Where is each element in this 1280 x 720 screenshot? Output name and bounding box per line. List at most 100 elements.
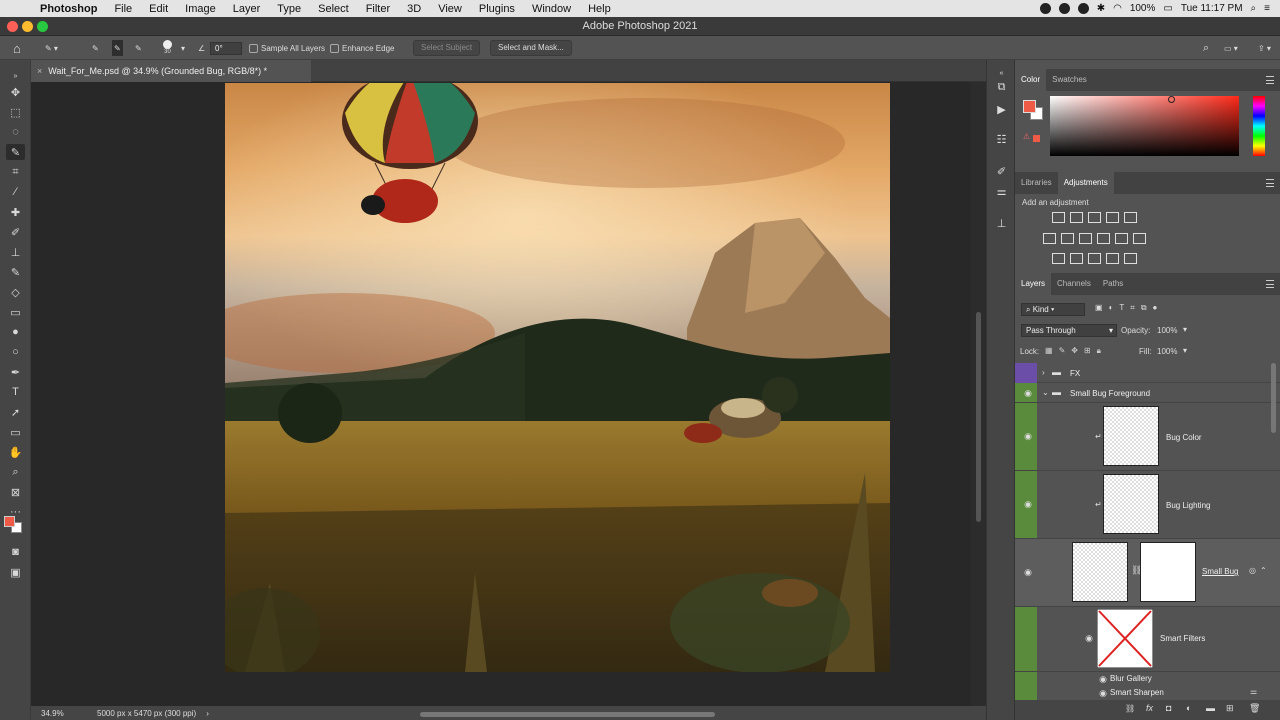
- zoom-tool-icon[interactable]: ⌕: [6, 464, 25, 480]
- dodge-tool-icon[interactable]: ○: [6, 344, 25, 360]
- layers-panel-menu-icon[interactable]: [1266, 280, 1274, 288]
- creative-cloud-icon[interactable]: [1058, 3, 1070, 14]
- clock[interactable]: Tue 11:17 PM: [1181, 3, 1243, 14]
- eraser-tool-icon[interactable]: ◇: [6, 284, 25, 300]
- filter-smart-object-icon[interactable]: ⧉: [1141, 303, 1147, 313]
- vibrance-icon[interactable]: [1124, 212, 1137, 223]
- layer-row-small-bug-foreground[interactable]: ◉ ⌄ ▬ Small Bug Foreground: [1015, 383, 1280, 403]
- wifi-icon[interactable]: ◠: [1113, 3, 1122, 14]
- marquee-tool-icon[interactable]: ⬚: [6, 104, 25, 120]
- brush-size-picker[interactable]: 30: [163, 40, 172, 56]
- new-adjustment-layer-icon[interactable]: ◐: [1186, 703, 1191, 713]
- subtract-from-selection-icon[interactable]: ✎: [135, 40, 142, 56]
- fill-value[interactable]: 100%: [1157, 347, 1177, 356]
- history-brush-tool-icon[interactable]: ✎: [6, 264, 25, 280]
- layer-row-small-bug[interactable]: ◉ ⛓ Small Bug ◎ ⌃: [1015, 539, 1280, 607]
- color-panel-foreground-swatch[interactable]: [1023, 100, 1036, 113]
- menu-app[interactable]: Photoshop: [40, 3, 97, 15]
- opacity-dropdown-icon[interactable]: ▾: [1183, 325, 1187, 334]
- menu-window[interactable]: Window: [532, 3, 571, 15]
- tool-preset-picker[interactable]: ✎ ▾: [45, 40, 58, 56]
- visibility-eye-icon[interactable]: ◉: [1095, 674, 1111, 684]
- add-to-selection-icon[interactable]: ✎: [112, 40, 123, 56]
- new-group-icon[interactable]: ▬: [1206, 703, 1215, 713]
- menu-3d[interactable]: 3D: [407, 3, 421, 15]
- frame-tool-icon[interactable]: ⊠: [6, 484, 25, 500]
- layer-name[interactable]: FX: [1070, 369, 1080, 378]
- layer-mask-thumbnail[interactable]: [1140, 542, 1196, 602]
- screen-mode-icon[interactable]: ▣: [6, 564, 25, 580]
- tab-color[interactable]: Color: [1015, 69, 1047, 91]
- layer-row-bug-lighting[interactable]: ◉ ↵ Bug Lighting: [1015, 471, 1280, 539]
- exposure-icon[interactable]: [1106, 212, 1119, 223]
- new-selection-icon[interactable]: ✎: [92, 40, 99, 56]
- clone-source-icon[interactable]: ⊥: [994, 216, 1009, 231]
- smart-filter-mask-thumbnail[interactable]: [1097, 609, 1153, 668]
- link-layers-icon[interactable]: ⛓: [1125, 704, 1135, 713]
- layer-name[interactable]: Bug Color: [1166, 433, 1202, 442]
- type-tool-icon[interactable]: T: [6, 384, 25, 400]
- rectangle-tool-icon[interactable]: ▭: [6, 424, 25, 440]
- search-icon[interactable]: ⌕: [1203, 40, 1209, 56]
- control-center-icon[interactable]: ≡: [1264, 3, 1270, 14]
- document-tab[interactable]: × Wait_For_Me.psd @ 34.9% (Grounded Bug,…: [31, 60, 311, 82]
- filter-row-blur-gallery[interactable]: ◉ Blur Gallery: [1015, 672, 1280, 686]
- color-picker-cursor[interactable]: [1168, 96, 1175, 103]
- lock-transparent-icon[interactable]: ▦: [1045, 346, 1053, 356]
- smart-object-thumbnail[interactable]: [1072, 542, 1128, 602]
- lock-all-icon[interactable]: 🔒︎: [1097, 346, 1101, 356]
- delete-layer-icon[interactable]: 🗑︎: [1249, 703, 1260, 714]
- toolbar-collapse-icon[interactable]: »: [6, 68, 25, 84]
- layer-row-bug-color[interactable]: ◉ ↵ Bug Color: [1015, 403, 1280, 471]
- color-panel-menu-icon[interactable]: [1266, 76, 1274, 84]
- brightness-contrast-icon[interactable]: [1052, 212, 1065, 223]
- hue-saturation-icon[interactable]: [1043, 233, 1056, 244]
- brushes-panel-icon[interactable]: ✐: [994, 164, 1009, 179]
- blur-tool-icon[interactable]: ●: [6, 324, 25, 340]
- gradient-map-icon[interactable]: [1106, 253, 1119, 264]
- color-lookup-icon[interactable]: [1133, 233, 1146, 244]
- brush-settings-icon[interactable]: ⚌: [994, 184, 1009, 199]
- filter-pixel-icon[interactable]: ▣: [1095, 303, 1103, 313]
- blend-mode-select[interactable]: Pass Through ▾: [1021, 324, 1117, 337]
- time-machine-icon[interactable]: [1077, 3, 1089, 14]
- menu-help[interactable]: Help: [588, 3, 611, 15]
- tab-channels[interactable]: Channels: [1051, 273, 1097, 295]
- gradient-tool-icon[interactable]: ▭: [6, 304, 25, 320]
- visibility-eye-icon[interactable]: ◉: [1081, 633, 1097, 643]
- filter-row-smart-sharpen[interactable]: ◉ Smart Sharpen ⚌: [1015, 686, 1280, 700]
- posterize-icon[interactable]: [1070, 253, 1083, 264]
- apple-menu-icon[interactable]: [14, 2, 28, 16]
- visibility-eye-icon[interactable]: ◉: [1020, 499, 1036, 509]
- new-layer-icon[interactable]: ⊞: [1226, 703, 1234, 714]
- lock-artboard-icon[interactable]: ⊞: [1084, 346, 1091, 356]
- battery-icon[interactable]: ▭: [1163, 3, 1172, 14]
- layer-row-fx[interactable]: › ▬ FX: [1015, 363, 1280, 383]
- hue-slider[interactable]: [1253, 96, 1265, 156]
- filter-toggle-icon[interactable]: ●: [1153, 303, 1158, 313]
- photo-filter-icon[interactable]: [1097, 233, 1110, 244]
- filter-name[interactable]: Blur Gallery: [1110, 674, 1152, 683]
- layer-thumbnail[interactable]: [1103, 406, 1159, 466]
- smart-filter-indicator-icon[interactable]: ◎: [1249, 566, 1256, 575]
- visibility-eye-icon[interactable]: ◉: [1020, 431, 1036, 441]
- menu-type[interactable]: Type: [277, 3, 301, 15]
- menu-select[interactable]: Select: [318, 3, 349, 15]
- share-icon[interactable]: ⇪ ▾: [1258, 40, 1271, 56]
- menu-filter[interactable]: Filter: [366, 3, 390, 15]
- foreground-color-swatch[interactable]: [4, 516, 15, 527]
- hand-tool-icon[interactable]: ✋: [6, 444, 25, 460]
- filter-blending-options-icon[interactable]: ⚌: [1250, 687, 1257, 696]
- layers-scroll-thumb[interactable]: [1271, 363, 1276, 433]
- menu-view[interactable]: View: [438, 3, 462, 15]
- properties-panel-icon[interactable]: ☷: [994, 132, 1009, 147]
- layer-name[interactable]: Small Bug: [1202, 567, 1238, 576]
- actions-panel-icon[interactable]: ▶: [994, 102, 1009, 117]
- invert-icon[interactable]: [1052, 253, 1065, 264]
- gamut-warning-icon[interactable]: ⚠: [1023, 132, 1030, 141]
- panels-collapse-icon[interactable]: «: [994, 66, 1009, 81]
- tab-adjustments[interactable]: Adjustments: [1057, 172, 1114, 194]
- menu-plugins[interactable]: Plugins: [479, 3, 515, 15]
- lasso-tool-icon[interactable]: ◌: [6, 124, 25, 140]
- visibility-eye-icon[interactable]: ◉: [1095, 688, 1111, 698]
